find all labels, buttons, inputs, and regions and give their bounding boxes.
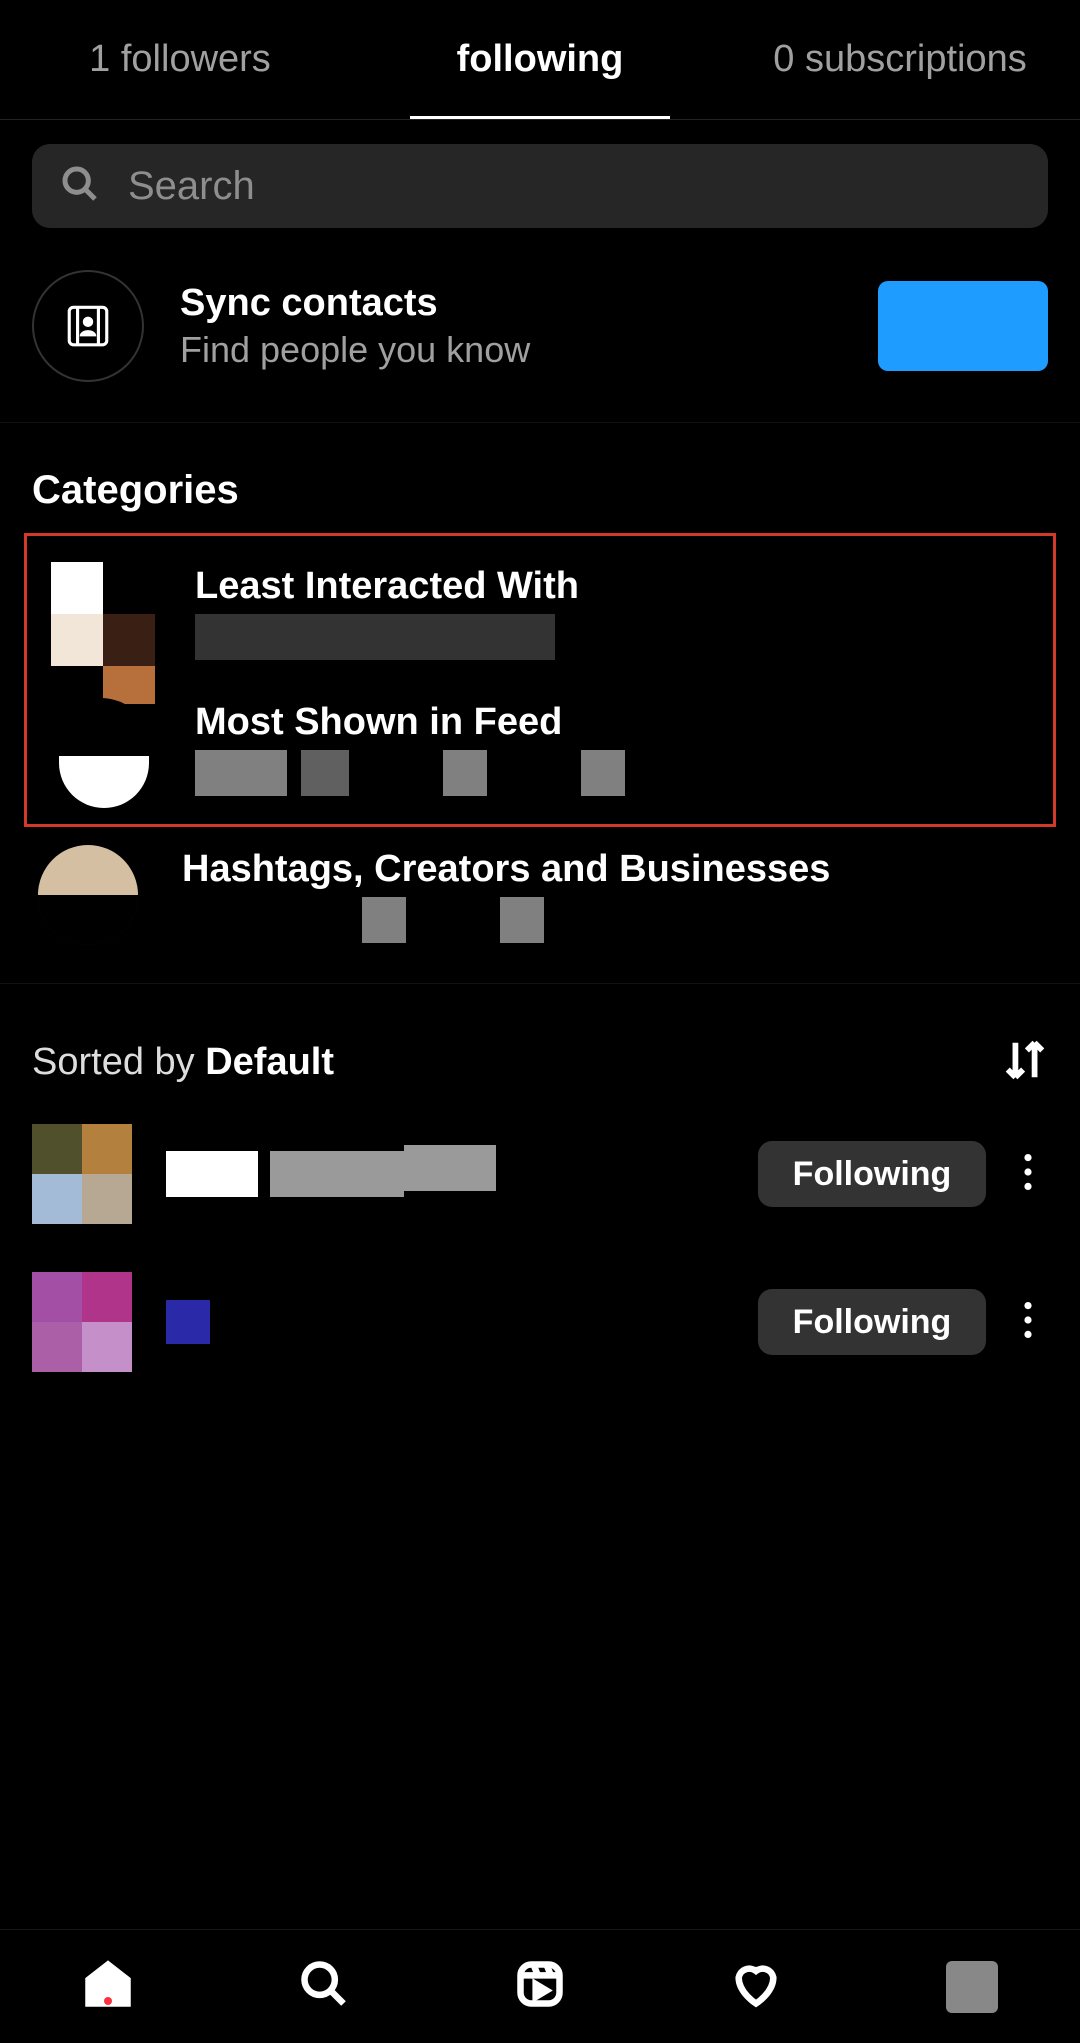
category-hashtags[interactable]: Hashtags, Creators and Businesses bbox=[0, 827, 1080, 963]
category-subtitle-redacted bbox=[195, 614, 1029, 660]
profile-avatar-icon bbox=[946, 1961, 998, 2013]
user-name-redacted bbox=[166, 1151, 758, 1197]
nav-reels[interactable] bbox=[500, 1958, 580, 2015]
more-options-icon[interactable] bbox=[1008, 1154, 1048, 1195]
sync-contacts-row[interactable]: Sync contacts Find people you know bbox=[0, 252, 1080, 422]
annotation-highlight-box: Least Interacted With Most Shown in Feed bbox=[24, 533, 1056, 827]
sync-text: Sync contacts Find people you know bbox=[180, 282, 878, 371]
category-subtitle-redacted bbox=[182, 897, 1042, 943]
following-row[interactable]: Following bbox=[0, 1100, 1080, 1248]
nav-activity[interactable] bbox=[716, 1958, 796, 2015]
category-title: Hashtags, Creators and Businesses bbox=[182, 848, 1042, 891]
category-subtitle-redacted bbox=[195, 750, 1029, 796]
user-avatar bbox=[32, 1272, 132, 1372]
category-thumb bbox=[51, 698, 151, 798]
sync-subtitle: Find people you know bbox=[180, 329, 878, 371]
tab-subscriptions[interactable]: 0 subscriptions bbox=[720, 0, 1080, 119]
search-container bbox=[0, 120, 1080, 252]
sort-arrows-icon[interactable] bbox=[1002, 1037, 1048, 1088]
search-bar[interactable] bbox=[32, 144, 1048, 228]
nav-profile[interactable] bbox=[932, 1961, 1012, 2013]
sync-title: Sync contacts bbox=[180, 282, 878, 325]
following-button[interactable]: Following bbox=[758, 1141, 986, 1207]
category-least-interacted[interactable]: Least Interacted With bbox=[41, 544, 1039, 680]
category-title: Least Interacted With bbox=[195, 565, 1029, 608]
category-thumb bbox=[51, 562, 151, 662]
category-most-shown[interactable]: Most Shown in Feed bbox=[41, 680, 1039, 816]
following-button[interactable]: Following bbox=[758, 1289, 986, 1355]
user-name-redacted bbox=[166, 1300, 758, 1344]
contacts-icon bbox=[32, 270, 144, 382]
more-options-icon[interactable] bbox=[1008, 1302, 1048, 1343]
search-icon bbox=[60, 164, 100, 209]
sort-value: Default bbox=[205, 1041, 334, 1083]
heart-icon bbox=[730, 1958, 782, 2015]
sort-label: Sorted by Default bbox=[32, 1041, 1002, 1084]
tab-followers[interactable]: 1 followers bbox=[0, 0, 360, 119]
top-tabs: 1 followers following 0 subscriptions bbox=[0, 0, 1080, 120]
reels-icon bbox=[514, 1958, 566, 2015]
notification-dot-icon bbox=[104, 1997, 112, 2005]
tab-following[interactable]: following bbox=[360, 0, 720, 119]
categories-header: Categories bbox=[0, 440, 1080, 533]
nav-home[interactable] bbox=[68, 1958, 148, 2015]
home-icon bbox=[82, 1958, 134, 2015]
sync-connect-button[interactable] bbox=[878, 281, 1048, 371]
category-thumb bbox=[38, 845, 138, 945]
nav-search[interactable] bbox=[284, 1958, 364, 2015]
category-title: Most Shown in Feed bbox=[195, 701, 1029, 744]
bottom-nav bbox=[0, 1929, 1080, 2043]
user-avatar bbox=[32, 1124, 132, 1224]
sort-row[interactable]: Sorted by Default bbox=[0, 1001, 1080, 1100]
following-row[interactable]: Following bbox=[0, 1248, 1080, 1396]
sort-prefix: Sorted by bbox=[32, 1041, 205, 1083]
search-icon bbox=[298, 1958, 350, 2015]
search-input[interactable] bbox=[128, 164, 1020, 209]
